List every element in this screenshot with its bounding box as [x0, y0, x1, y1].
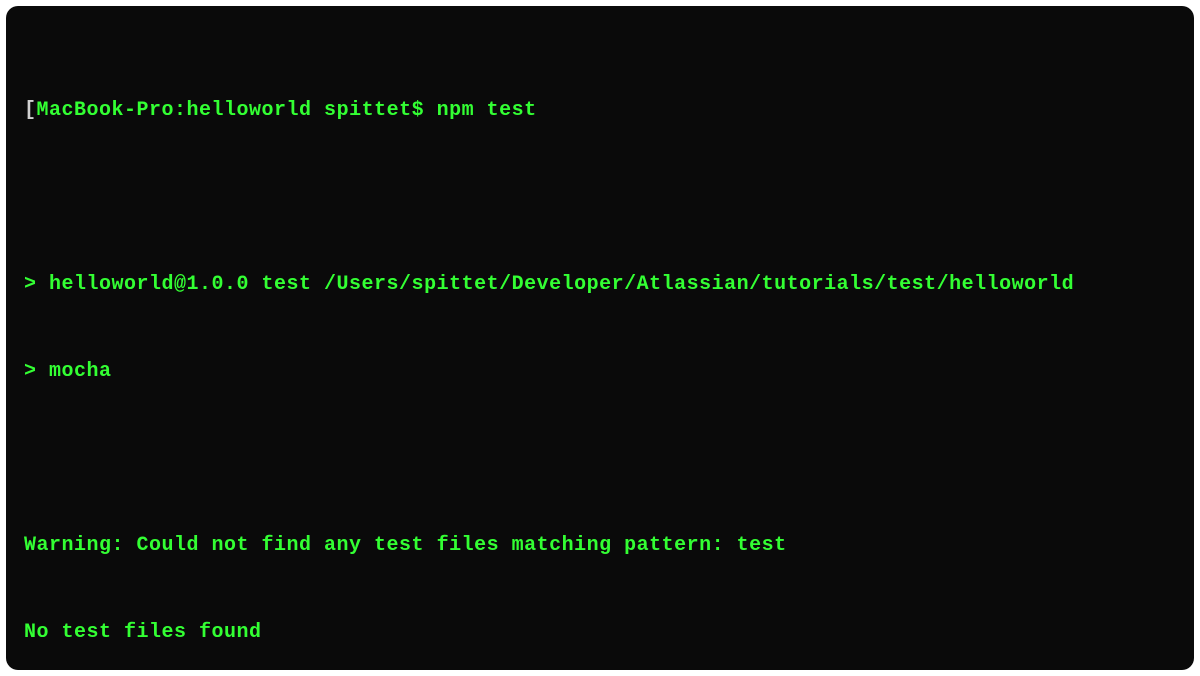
terminal-window[interactable]: [MacBook-Pro:helloworld spittet$ npm tes…: [6, 6, 1194, 670]
npm-script-header: > helloworld@1.0.0 test /Users/spittet/D…: [24, 270, 1176, 299]
prompt-open-bracket: [: [24, 99, 37, 122]
terminal-line-command: [MacBook-Pro:helloworld spittet$ npm tes…: [24, 96, 1176, 125]
entered-command: npm test: [437, 99, 537, 122]
terminal-title-bar: [24, 14, 1176, 38]
no-tests-line: No test files found: [24, 618, 1176, 647]
npm-mocha-line: > mocha: [24, 357, 1176, 386]
blank-line: [24, 444, 1176, 473]
shell-prompt: MacBook-Pro:helloworld spittet$: [37, 99, 437, 122]
blank-line: [24, 183, 1176, 212]
terminal-content[interactable]: [MacBook-Pro:helloworld spittet$ npm tes…: [24, 38, 1176, 670]
warning-line: Warning: Could not find any test files m…: [24, 531, 1176, 560]
